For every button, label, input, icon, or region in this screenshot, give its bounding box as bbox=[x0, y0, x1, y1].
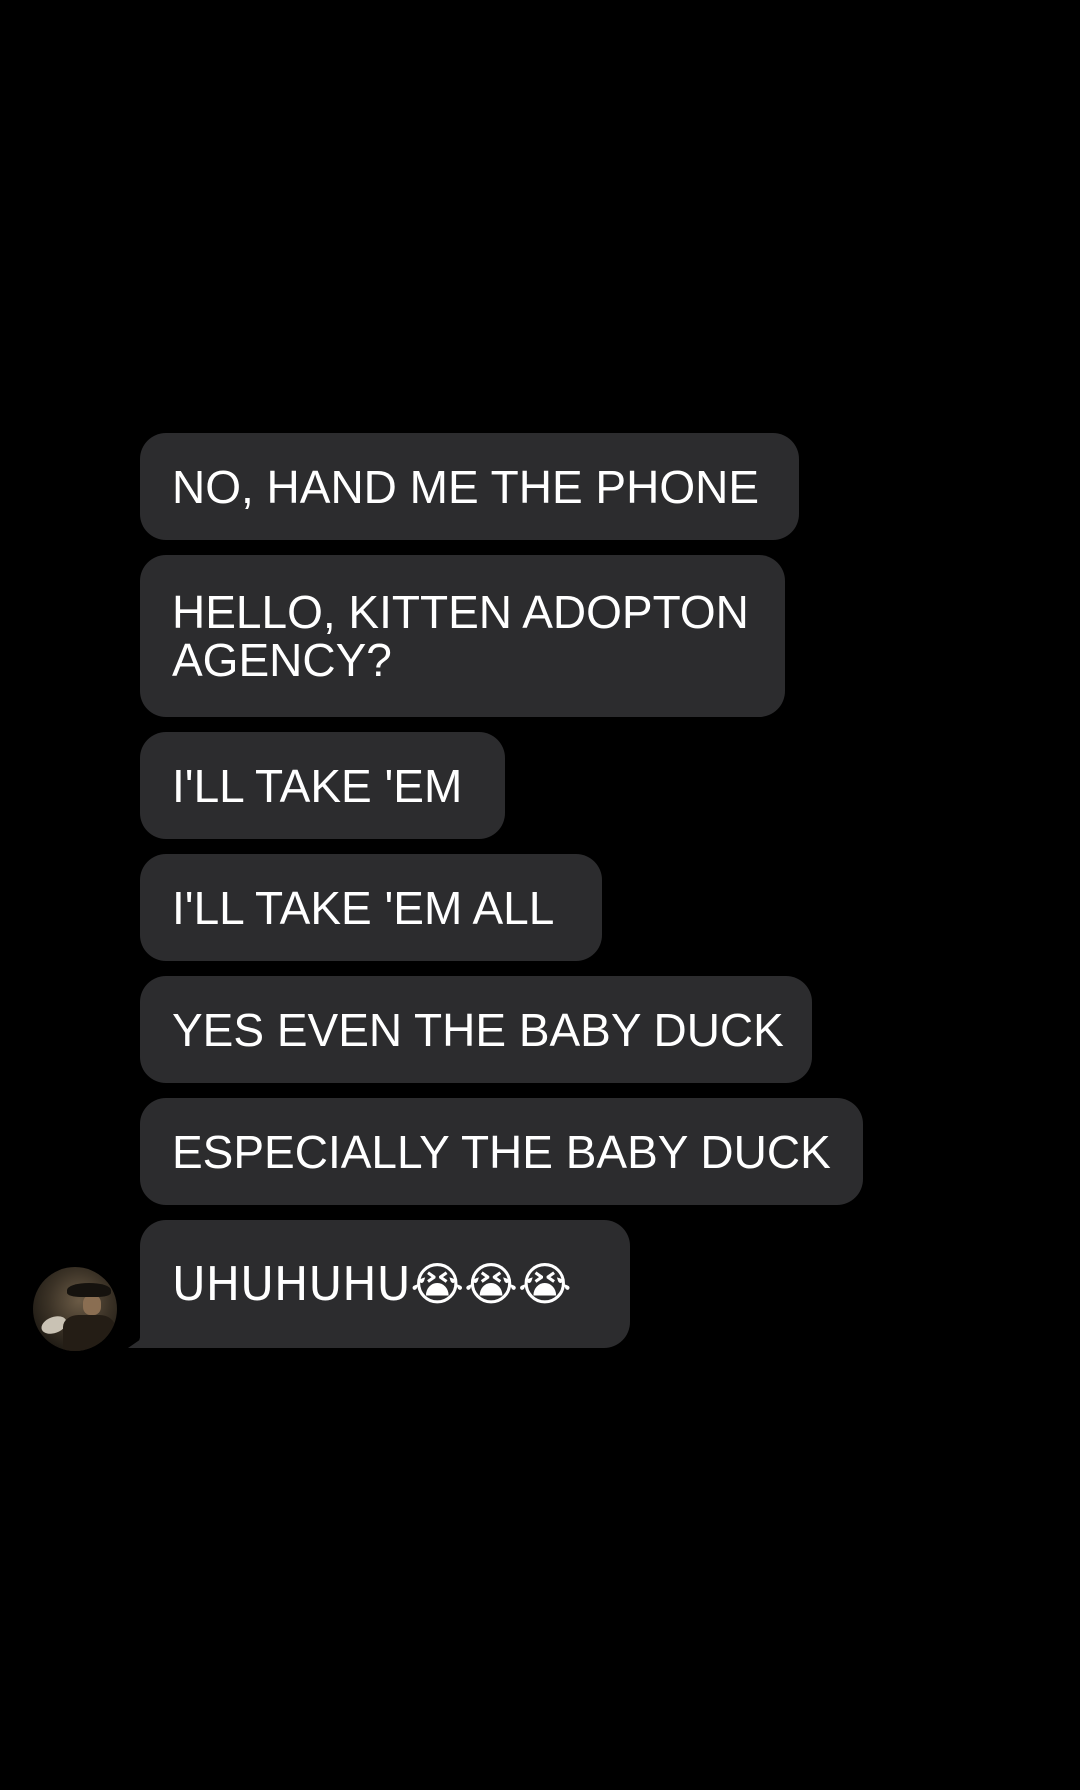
message-bubble[interactable]: UHUHUHU😭😭😭 bbox=[140, 1220, 630, 1348]
message-bubble[interactable]: I'LL TAKE 'EM bbox=[140, 732, 505, 839]
message-thread: NO, HAND ME THE PHONE HELLO, KITTEN ADOP… bbox=[0, 0, 1080, 1790]
message-text: UHUHUHU😭😭😭 bbox=[172, 1257, 572, 1311]
message-text: ESPECIALLY THE BABY DUCK bbox=[172, 1125, 831, 1178]
avatar-face-shape bbox=[83, 1295, 101, 1315]
avatar-hat-shape bbox=[67, 1283, 111, 1297]
message-text: I'LL TAKE 'EM ALL bbox=[172, 881, 555, 934]
message-text: I'LL TAKE 'EM bbox=[172, 759, 463, 812]
message-bubble[interactable]: I'LL TAKE 'EM ALL bbox=[140, 854, 602, 961]
message-text: HELLO, KITTEN ADOPTON AGENCY? bbox=[172, 586, 749, 686]
sender-avatar[interactable] bbox=[33, 1267, 117, 1351]
message-bubble[interactable]: YES EVEN THE BABY DUCK bbox=[140, 976, 812, 1083]
message-text: YES EVEN THE BABY DUCK bbox=[172, 1003, 784, 1056]
message-bubble[interactable]: ESPECIALLY THE BABY DUCK bbox=[140, 1098, 863, 1205]
message-bubble[interactable]: NO, HAND ME THE PHONE bbox=[140, 433, 799, 540]
avatar-body-shape bbox=[63, 1315, 115, 1351]
message-bubble[interactable]: HELLO, KITTEN ADOPTON AGENCY? bbox=[140, 555, 785, 717]
message-text: NO, HAND ME THE PHONE bbox=[172, 460, 759, 513]
